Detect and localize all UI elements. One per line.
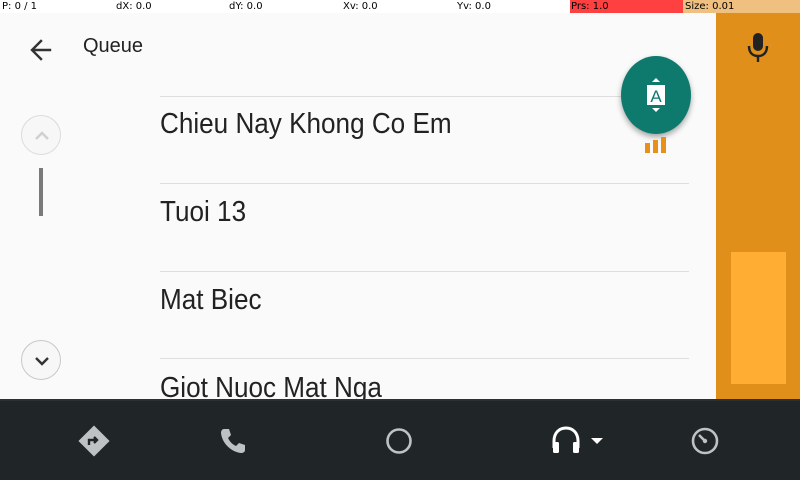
- touch-size: Size: 0.01: [683, 0, 800, 13]
- nav-home-button[interactable]: [379, 421, 419, 461]
- pointer-debug-bar: P: 0 / 1 dX: 0.0 dY: 0.0 Xv: 0.0 Yv: 0.0…: [0, 0, 800, 13]
- delta-x: dX: 0.0: [116, 1, 152, 12]
- scroll-down-button[interactable]: [21, 340, 61, 380]
- velocity-x: Xv: 0.0: [343, 1, 378, 12]
- scroll-up-button[interactable]: [21, 115, 61, 155]
- velocity-y: Yv: 0.0: [457, 1, 491, 12]
- side-panel: [716, 13, 800, 399]
- divider: [160, 271, 689, 272]
- arrow-back-icon[interactable]: [26, 35, 56, 65]
- nav-dashboard-button[interactable]: [685, 421, 725, 461]
- page-title: Queue: [83, 35, 144, 57]
- alphabet-scroll-button[interactable]: A: [621, 56, 691, 134]
- panel-tile: [731, 252, 786, 384]
- queue-panel: Queue Chieu Nay Khong Co Em Tuoi 13 Mat …: [0, 13, 716, 399]
- nav-navigation-button[interactable]: [74, 421, 114, 461]
- equalizer-icon: [645, 137, 667, 153]
- queue-item[interactable]: Mat Biec: [160, 284, 262, 317]
- nav-divider: [0, 399, 800, 401]
- queue-item-now-playing[interactable]: Chieu Nay Khong Co Em: [160, 108, 452, 141]
- nav-phone-button[interactable]: [213, 421, 253, 461]
- divider: [160, 358, 689, 359]
- delta-y: dY: 0.0: [229, 1, 263, 12]
- divider: [160, 183, 689, 184]
- queue-item[interactable]: Tuoi 13: [160, 196, 246, 229]
- queue-item[interactable]: Giot Nuoc Mat Nga: [160, 372, 382, 399]
- pressure: Prs: 1.0: [570, 0, 683, 13]
- fab-letter: A: [650, 87, 662, 106]
- microphone-icon[interactable]: [747, 31, 769, 65]
- pointer-count: P: 0 / 1: [2, 1, 38, 12]
- scrollbar-thumb[interactable]: [39, 168, 43, 216]
- divider: [160, 96, 689, 97]
- bottom-nav-bar: [0, 399, 800, 480]
- nav-media-button[interactable]: [546, 421, 610, 461]
